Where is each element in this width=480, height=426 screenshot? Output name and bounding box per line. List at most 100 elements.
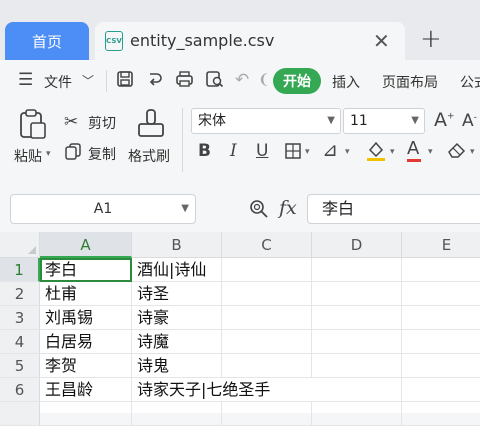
cell-d3[interactable] [312,306,402,330]
cell-e7[interactable] [402,402,480,426]
decrease-font-icon[interactable]: A- [462,111,477,131]
cell-a3[interactable]: 刘禹锡 [40,306,132,330]
print-preview-icon[interactable] [205,70,224,93]
tab-entity-sample[interactable]: CSV entity_sample.csv ✕ [95,22,405,60]
cell-d1[interactable] [312,258,402,282]
chevron-left-icon[interactable]: ❨ [258,72,270,88]
csv-file-icon: CSV [105,31,123,51]
column-header-b[interactable]: B [132,232,222,258]
cell-a4[interactable]: 白居易 [40,330,132,354]
cell-c7[interactable] [222,402,312,426]
font-name-select[interactable]: 宋体 ▼ [191,108,341,134]
cell-b3[interactable]: 诗豪 [132,306,222,330]
copy-button[interactable]: 复制 [88,144,116,164]
name-box[interactable]: A1 ▼ [10,194,196,224]
font-size-select[interactable]: 11 ▼ [343,108,425,134]
cell-c1[interactable] [222,258,312,282]
add-tab-icon[interactable]: + [420,26,442,52]
font-name-value: 宋体 [198,113,226,129]
increase-font-icon[interactable]: A+ [434,109,455,131]
font-color-icon[interactable]: A [407,138,421,162]
cell-e4[interactable] [402,330,480,354]
row-header[interactable]: 2 [0,282,40,306]
border-icon[interactable] [284,142,302,164]
bold-icon[interactable]: B [198,141,211,161]
ribbon: 粘贴 ▾ ✂ 剪切 复制 格式刷 宋体 ▼ 11 ▼ A+ A- B I U ▾… [0,102,480,180]
chevron-down-icon: ▼ [181,203,189,214]
row-header[interactable]: 4 [0,330,40,354]
format-painter-button[interactable]: 格式刷 [128,146,170,166]
cut-button[interactable]: 剪切 [88,113,116,133]
chevron-down-icon[interactable]: ▾ [390,147,395,157]
cell-a6[interactable]: 王昌龄 [40,378,132,402]
cell-e6[interactable] [402,378,480,402]
underline-icon[interactable]: U [256,141,268,161]
export-icon[interactable] [146,70,164,93]
cell-c3[interactable] [222,306,312,330]
column-header-a[interactable]: A [40,232,132,258]
row-header[interactable]: 3 [0,306,40,330]
row-header[interactable]: 6 [0,378,40,402]
formula-input[interactable]: 李白 [307,194,480,224]
zoom-search-icon[interactable] [249,199,269,224]
cell-a5[interactable]: 李贺 [40,354,132,378]
undo-icon[interactable]: ↶ [235,70,249,90]
row-header[interactable]: 1 [0,258,40,282]
tab-file-name: entity_sample.csv [130,31,275,50]
cell-e5[interactable] [402,354,480,378]
tab-insert[interactable]: 插入 [332,72,360,92]
cell-b7[interactable] [132,402,222,426]
paste-icon[interactable] [18,108,48,144]
chevron-down-icon: ▼ [327,115,335,126]
chevron-down-icon[interactable]: ▾ [470,147,475,157]
cell-b5[interactable]: 诗鬼 [132,354,222,378]
cell-d6[interactable] [312,378,402,402]
cell-c5[interactable] [222,354,312,378]
cell-e1[interactable] [402,258,480,282]
cell-e2[interactable] [402,282,480,306]
cell-d4[interactable] [312,330,402,354]
tab-home[interactable]: 首页 [5,22,89,60]
cell-b6[interactable]: 诗家天子|七绝圣手 [132,378,312,402]
cell-b4[interactable]: 诗魔 [132,330,222,354]
fill-color-icon[interactable] [365,140,387,166]
cell-e3[interactable] [402,306,480,330]
chevron-down-icon[interactable]: ﹀ [82,72,94,89]
cell-b2[interactable]: 诗圣 [132,282,222,306]
cell-a7[interactable] [40,402,132,426]
cell-c4[interactable] [222,330,312,354]
format-painter-icon[interactable] [136,108,166,144]
menu-file[interactable]: 文件 [44,72,72,92]
chevron-down-icon[interactable]: ▾ [345,147,350,157]
column-header-e[interactable]: E [402,232,480,258]
cell-b1[interactable]: 酒仙|诗仙 [132,258,222,282]
cell-d5[interactable] [312,354,402,378]
chevron-down-icon[interactable]: ▾ [305,147,310,157]
column-header-c[interactable]: C [222,232,312,258]
paste-button[interactable]: 粘贴 [14,146,42,166]
italic-icon[interactable]: I [230,141,237,161]
tab-page-layout[interactable]: 页面布局 [382,72,438,92]
tab-start[interactable]: 开始 [273,68,321,94]
cell-a2[interactable]: 杜甫 [40,282,132,306]
print-icon[interactable] [175,70,194,93]
row-header[interactable] [0,402,40,426]
eraser-icon[interactable] [446,140,468,164]
fx-icon[interactable]: fx [279,197,297,219]
rotate-text-icon[interactable]: ⊿ [322,139,338,161]
cell-d7[interactable] [312,402,402,426]
column-header-d[interactable]: D [312,232,402,258]
row-header[interactable]: 5 [0,354,40,378]
chevron-down-icon[interactable]: ▾ [428,147,433,157]
title-bar: 首页 CSV entity_sample.csv ✕ + [0,0,480,60]
save-icon[interactable] [116,70,134,93]
cell-c2[interactable] [222,282,312,306]
cell-d2[interactable] [312,282,402,306]
paste-dropdown-icon[interactable]: ▾ [46,149,51,159]
cell-a1[interactable]: 李白 [40,258,132,282]
select-all-corner[interactable] [0,232,40,258]
tab-formulas[interactable]: 公式 [460,72,480,92]
name-box-value: A1 [93,201,113,217]
close-icon[interactable]: ✕ [373,29,390,53]
hamburger-menu-icon[interactable]: ☰ [18,70,33,90]
